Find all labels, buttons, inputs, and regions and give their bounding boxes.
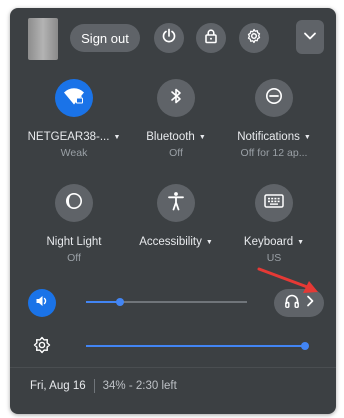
- caret-down-icon: ▼: [198, 134, 206, 141]
- status-footer: Fri, Aug 16 34% - 2:30 left: [30, 379, 177, 393]
- sign-out-button[interactable]: Sign out: [70, 24, 140, 52]
- tile-night-light[interactable]: Night Light Off: [24, 184, 124, 264]
- brightness-slider-thumb[interactable]: [301, 342, 309, 350]
- bluetooth-icon: [168, 87, 184, 110]
- caret-down-icon: ▼: [205, 239, 213, 246]
- chevron-down-icon: [303, 28, 317, 46]
- quick-settings-panel: Sign out NETGEAR38-... ▼ Weak Bluetooth …: [10, 8, 336, 414]
- footer-separator: [93, 379, 95, 393]
- tile-label: Bluetooth ▼: [146, 131, 206, 143]
- footer-divider: [10, 367, 336, 368]
- power-icon: [161, 28, 177, 49]
- caret-down-icon: ▼: [303, 134, 311, 141]
- avatar[interactable]: [28, 18, 58, 60]
- accessibility-icon: [167, 191, 185, 216]
- keyboard-toggle[interactable]: [255, 184, 293, 222]
- lock-icon: [203, 28, 219, 49]
- night-light-icon: [65, 192, 83, 215]
- caret-down-icon: ▼: [297, 239, 305, 246]
- volume-slider-fill: [86, 301, 120, 303]
- tile-keyboard[interactable]: Keyboard ▼ US: [224, 184, 324, 264]
- night-light-toggle[interactable]: [55, 184, 93, 222]
- tile-label: Notifications ▼: [237, 131, 311, 143]
- brightness-slider[interactable]: [86, 342, 309, 350]
- do-not-disturb-icon: [265, 87, 283, 110]
- brightness-button: [28, 333, 56, 361]
- tile-label: Night Light: [46, 236, 102, 248]
- notifications-toggle[interactable]: [255, 79, 293, 117]
- volume-icon: [35, 294, 49, 313]
- lock-button[interactable]: [196, 23, 226, 53]
- tile-status: Weak: [60, 147, 88, 159]
- tile-label: Keyboard ▼: [243, 236, 305, 248]
- keyboard-icon: [264, 193, 284, 213]
- tile-status: Off: [67, 252, 81, 264]
- bluetooth-toggle[interactable]: [157, 79, 195, 117]
- tile-label: Accessibility ▼: [139, 236, 213, 248]
- tile-notifications[interactable]: Notifications ▼ Off for 12 ap...: [224, 79, 324, 159]
- annotation-arrow: [256, 266, 322, 301]
- tile-label: NETGEAR38-... ▼: [27, 131, 121, 143]
- accessibility-toggle[interactable]: [157, 184, 195, 222]
- volume-slider-thumb[interactable]: [115, 298, 124, 306]
- caret-down-icon: ▼: [113, 134, 121, 141]
- gear-icon: [246, 28, 262, 49]
- mute-button[interactable]: [28, 289, 56, 317]
- power-button[interactable]: [154, 23, 184, 53]
- brightness-slider-fill: [86, 345, 305, 347]
- tile-network[interactable]: NETGEAR38-... ▼ Weak: [24, 79, 124, 159]
- settings-button[interactable]: [239, 23, 269, 53]
- tile-status: Off for 12 ap...: [240, 147, 308, 159]
- volume-slider[interactable]: [86, 298, 247, 306]
- brightness-icon: [33, 336, 51, 359]
- tile-status: Off: [169, 147, 183, 159]
- wifi-icon: [63, 86, 85, 111]
- tile-accessibility[interactable]: Accessibility ▼: [126, 184, 226, 248]
- battery-status[interactable]: 34% - 2:30 left: [103, 380, 177, 392]
- collapse-button[interactable]: [296, 20, 324, 54]
- date-label[interactable]: Fri, Aug 16: [30, 380, 86, 392]
- sign-out-label: Sign out: [81, 30, 129, 46]
- tile-status: US: [266, 252, 282, 264]
- tile-bluetooth[interactable]: Bluetooth ▼ Off: [126, 79, 226, 159]
- network-toggle[interactable]: [55, 79, 93, 117]
